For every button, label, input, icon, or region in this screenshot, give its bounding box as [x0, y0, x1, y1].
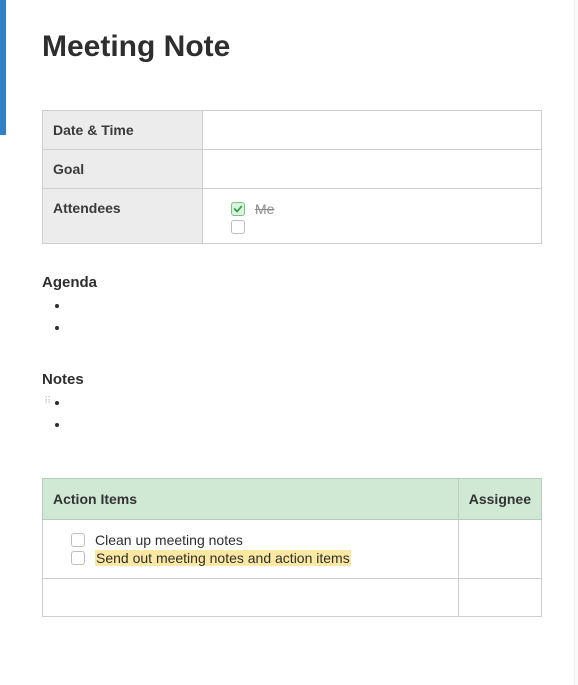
meta-label-datetime: Date & Time	[43, 111, 203, 150]
action-header-items: Action Items	[43, 479, 459, 520]
action-checkbox[interactable]	[71, 551, 85, 565]
action-row-empty	[43, 579, 542, 617]
check-icon	[233, 204, 243, 214]
meta-label-attendees: Attendees	[43, 189, 203, 244]
agenda-item[interactable]	[70, 319, 542, 341]
notes-item[interactable]	[70, 394, 542, 416]
attendee-name: Me	[255, 198, 274, 220]
agenda-heading: Agenda	[42, 274, 542, 291]
meta-row-attendees: Attendees Me	[43, 189, 542, 244]
meta-value-goal[interactable]	[203, 150, 542, 189]
meta-value-datetime[interactable]	[203, 111, 542, 150]
meta-table: Date & Time Goal Attendees Me	[42, 110, 542, 244]
meta-row-datetime: Date & Time	[43, 111, 542, 150]
action-assignee-cell[interactable]	[458, 520, 541, 579]
page-title: Meeting Note	[42, 30, 542, 64]
meta-label-goal: Goal	[43, 150, 203, 189]
attendee-item-empty	[231, 220, 513, 234]
action-row: Clean up meeting notes Send out meeting …	[43, 520, 542, 579]
action-assignee-empty[interactable]	[458, 579, 541, 617]
notes-heading: Notes	[42, 371, 542, 388]
action-header-assignee: Assignee	[458, 479, 541, 520]
notes-list[interactable]	[42, 394, 542, 438]
agenda-item[interactable]	[70, 297, 542, 319]
attendee-checkbox[interactable]	[231, 202, 245, 216]
action-checkbox[interactable]	[71, 533, 85, 547]
attendee-item: Me	[231, 198, 513, 220]
notes-item[interactable]	[70, 416, 542, 438]
action-items-table: Action Items Assignee Clean up meeting n…	[42, 478, 542, 617]
meta-row-goal: Goal	[43, 150, 542, 189]
action-item-empty[interactable]	[43, 579, 459, 617]
action-item-text-highlighted[interactable]: Send out meeting notes and action items	[95, 550, 351, 566]
attendee-checkbox-empty[interactable]	[231, 220, 245, 234]
agenda-list[interactable]	[42, 297, 542, 341]
right-scroll-edge	[574, 0, 578, 685]
action-item-text[interactable]: Clean up meeting notes	[95, 532, 243, 548]
drag-handle-icon[interactable]: ⠿	[44, 400, 53, 404]
